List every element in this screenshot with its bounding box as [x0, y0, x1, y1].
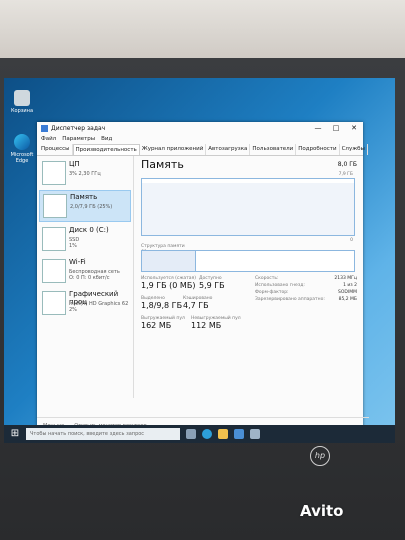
task-manager-window: Диспетчер задач — □ ✕ Файл Параметры Вид…: [37, 122, 369, 434]
taskbar-search-input[interactable]: Чтобы начать поиск, введите здесь запрос: [26, 428, 180, 440]
wifi-thumbnail: [42, 259, 66, 283]
maximize-button[interactable]: □: [327, 124, 345, 132]
task-view-icon[interactable]: [186, 429, 196, 439]
tab-details[interactable]: Подробности: [296, 144, 340, 155]
usage-max: 7,9 ГБ: [338, 172, 353, 177]
hp-logo: hp: [310, 446, 330, 466]
menu-view[interactable]: Вид: [101, 136, 112, 142]
tab-app-history[interactable]: Журнал приложений: [140, 144, 207, 155]
memory-title: Память: [141, 158, 184, 171]
windows-start-icon[interactable]: ⊞: [8, 427, 22, 441]
resource-name: Wi-Fi: [69, 258, 86, 266]
avito-watermark: Avito: [300, 502, 344, 520]
stat-value: 1,8/9,8 ГБ: [141, 301, 183, 310]
window-title: Диспетчер задач: [51, 124, 106, 132]
memory-capacity: 8,0 ГБ: [337, 161, 357, 168]
detail-key: Зарезервировано аппаратно:: [255, 297, 325, 302]
resource-sub: Intel(R) HD Graphics 62 2%: [69, 301, 129, 313]
memory-panel: Память 8,0 ГБ Использование памяти 7,9 Г…: [141, 158, 357, 398]
resource-name: Память: [70, 193, 98, 201]
resource-list: ЦП 3% 2,30 ГГц Память 2,0/7,9 ГБ (25%) Д…: [37, 156, 134, 398]
recycle-bin-icon[interactable]: Корзина: [8, 90, 36, 114]
resource-wifi[interactable]: Wi-Fi Беспроводная сеть О: 0 П: 0 кбит/с: [39, 256, 131, 286]
resource-sub: 2,0/7,9 ГБ (25%): [70, 204, 113, 210]
cpu-thumbnail: [42, 161, 66, 185]
stat-value: 5,9 ГБ: [199, 281, 225, 290]
resource-memory[interactable]: Память 2,0/7,9 ГБ (25%): [39, 190, 131, 222]
tab-services[interactable]: Службы: [340, 144, 368, 155]
detail-value: 1 из 2: [343, 283, 357, 288]
memory-usage-graph: [141, 178, 355, 236]
task-manager-icon: [41, 124, 48, 132]
memory-thumbnail: [43, 194, 67, 218]
memory-composition-bar: [141, 250, 355, 272]
explorer-icon[interactable]: [218, 429, 228, 439]
detail-value: SODIMM: [338, 290, 357, 295]
disk-thumbnail: [42, 227, 66, 251]
composition-used: [142, 251, 196, 271]
memory-details: Скорость: 2133 МГц Использовано гнезд: 1 и…: [255, 276, 357, 304]
tab-startup[interactable]: Автозагрузка: [206, 144, 251, 155]
stat-value: 112 МБ: [191, 321, 222, 330]
resource-sub: SSD 1%: [69, 237, 80, 249]
stat-value: 4,7 ГБ: [183, 301, 209, 310]
menu-file[interactable]: Файл: [41, 136, 56, 142]
tab-processes[interactable]: Процессы: [39, 144, 73, 155]
edge-label: Microsoft Edge: [10, 152, 34, 164]
tab-users[interactable]: Пользователи: [250, 144, 297, 155]
edge-taskbar-icon[interactable]: [202, 429, 212, 439]
time-end: 0: [350, 238, 353, 243]
menu-bar: Файл Параметры Вид: [37, 134, 363, 144]
stat-value: 162 МБ: [141, 321, 172, 330]
edge-glyph: [14, 134, 30, 150]
resource-name: Диск 0 (C:): [69, 226, 109, 234]
detail-key: Использовано гнезд:: [255, 283, 305, 288]
detail-key: Форм-фактор:: [255, 290, 289, 295]
resource-gpu[interactable]: Графический проц Intel(R) HD Graphics 62…: [39, 288, 131, 318]
wall-background: [0, 0, 405, 60]
gpu-thumbnail: [42, 291, 66, 315]
minimize-button[interactable]: —: [309, 124, 327, 132]
detail-value: 2133 МГц: [334, 276, 357, 281]
resource-sub: 3% 2,30 ГГц: [69, 171, 101, 177]
desktop-screen: Корзина Microsoft Edge Диспетчер задач —…: [4, 78, 395, 443]
store-icon[interactable]: [234, 429, 244, 439]
usage-fill: [142, 183, 354, 235]
tab-strip: Процессы Производительность Журнал прило…: [37, 144, 368, 156]
taskbar: ⊞ Чтобы начать поиск, введите здесь запр…: [4, 425, 395, 443]
tab-performance[interactable]: Производительность: [72, 144, 140, 155]
recycle-bin-glyph: [14, 90, 30, 106]
resource-cpu[interactable]: ЦП 3% 2,30 ГГц: [39, 158, 131, 188]
resource-sub: Беспроводная сеть О: 0 П: 0 кбит/с: [69, 269, 120, 281]
detail-value: 85,2 МБ: [338, 297, 357, 302]
edge-icon[interactable]: Microsoft Edge: [8, 134, 36, 164]
composition-label: Структура памяти: [141, 244, 185, 249]
detail-key: Скорость:: [255, 276, 279, 281]
recycle-bin-label: Корзина: [10, 108, 34, 114]
resource-disk[interactable]: Диск 0 (C:) SSD 1%: [39, 224, 131, 254]
mail-icon[interactable]: [250, 429, 260, 439]
title-bar: Диспетчер задач — □ ✕: [37, 122, 363, 134]
resource-name: ЦП: [69, 160, 80, 168]
close-button[interactable]: ✕: [345, 124, 363, 132]
menu-options[interactable]: Параметры: [62, 136, 95, 142]
stat-value: 1,9 ГБ (0 МБ): [141, 281, 196, 290]
